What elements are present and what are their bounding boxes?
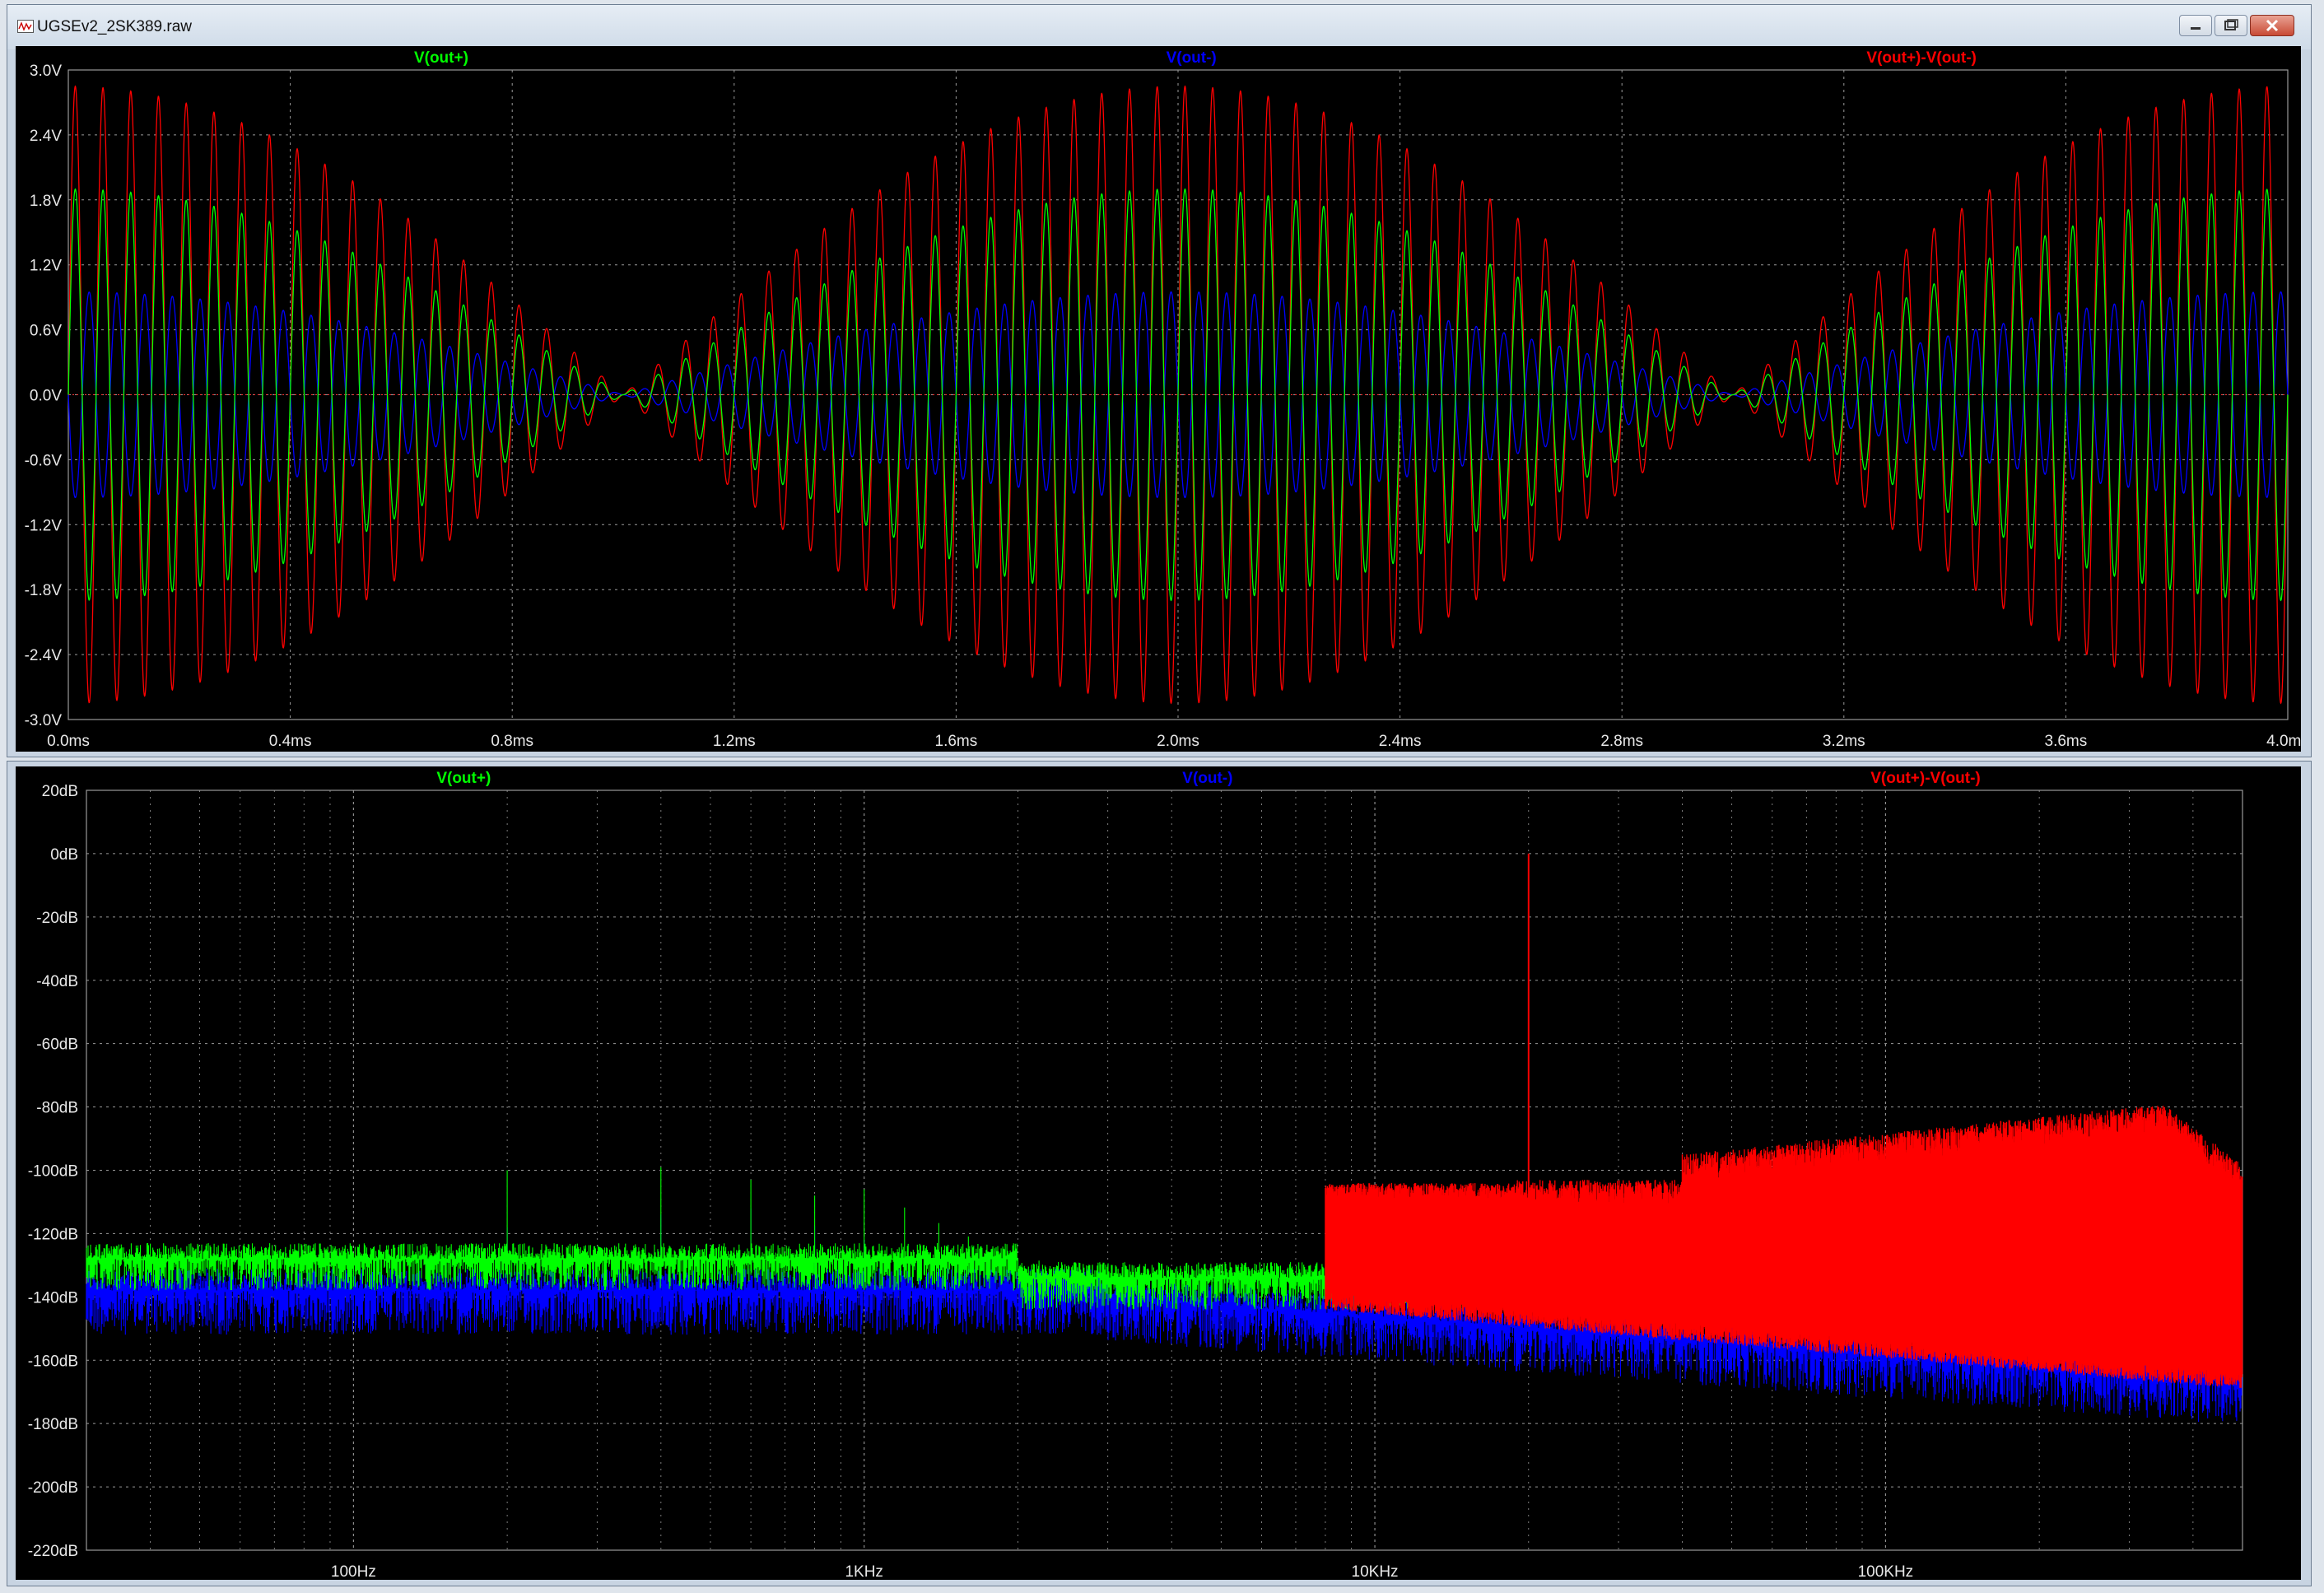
x-tick-label: 2.8ms [1600,733,1643,750]
trace-label: V(out-) [1167,49,1217,67]
trace-label: V(out-) [1182,770,1232,787]
time-domain-chart[interactable]: 0.0ms 0.4ms 0.8ms 1.2ms 1.6ms 2.0ms 2.4ms 2.8ms… [16,46,2309,752]
window-title: UGSEv2_2SK389.raw [37,18,192,35]
y-tick-label: -20dB [36,910,78,927]
x-tick-label: 1.2ms [713,733,756,750]
y-tick-label: 1.2V [30,258,62,275]
x-tick-label: 4.0ms [2266,733,2301,750]
y-tick-label: 0dB [50,846,78,864]
minimize-button[interactable] [2179,15,2212,36]
restore-icon [2224,19,2238,30]
close-button[interactable] [2250,15,2294,36]
x-tick-label: 0.8ms [491,733,533,750]
x-tick-label: 0.0ms [47,733,90,750]
trace-label: V(out+) [436,770,491,787]
maximize-button[interactable] [2215,15,2247,36]
x-tick-label: 2.0ms [1157,733,1199,750]
x-tick-label: 100Hz [331,1563,376,1580]
y-tick-label: -120dB [28,1226,78,1243]
time-domain-plot[interactable]: 0.0ms 0.4ms 0.8ms 1.2ms 1.6ms 2.0ms 2.4ms 2.8ms… [16,46,2309,752]
close-icon [2266,19,2279,32]
x-tick-label: 3.6ms [2045,733,2088,750]
fft-plot[interactable]: 100Hz 1KHz 10KHz 100KHz 20dB 0dB -20dB -40dB -60… [16,766,2301,1581]
y-tick-label: 1.8V [30,193,62,210]
y-tick-label: -1.2V [25,517,63,534]
x-tick-label: 0.4ms [269,733,312,750]
y-tick-label: 3.0V [30,63,62,80]
waveform-app-icon [17,20,34,33]
y-tick-label: 20dB [42,783,78,800]
x-tick-label: 1.6ms [935,733,978,750]
y-tick-label: -0.6V [25,452,63,469]
x-tick-label: 2.4ms [1379,733,1422,750]
x-tick-label: 100KHz [1858,1563,1914,1580]
y-tick-label: -60dB [36,1036,78,1054]
spectrum-band [1325,1106,2243,1388]
waveform-window: UGSEv2_2SK389.raw 0.0ms 0.4ms 0.8ms 1.2ms 1.… [7,4,2312,757]
y-tick-label: -1.8V [25,582,63,599]
trace-label: V(out+) [414,49,468,67]
y-tick-label: -220dB [28,1543,78,1560]
x-tick-label: 3.2ms [1823,733,1865,750]
fft-chart[interactable]: 100Hz 1KHz 10KHz 100KHz 20dB 0dB -20dB -40dB -60… [16,766,2301,1581]
y-tick-label: -200dB [28,1479,78,1497]
x-tick-label: 1KHz [845,1563,883,1580]
title-bar[interactable]: UGSEv2_2SK389.raw [7,5,2311,49]
trace-label: V(out+)-V(out-) [1870,770,1980,787]
y-tick-label: -160dB [28,1353,78,1370]
y-tick-label: -3.0V [25,712,63,729]
y-tick-label: -100dB [28,1163,78,1181]
y-tick-label: -180dB [28,1416,78,1433]
y-tick-label: -140dB [28,1289,78,1307]
minimize-icon [2191,27,2201,30]
y-tick-label: -40dB [36,973,78,990]
trace-label: V(out+)-V(out-) [1866,49,1976,67]
fft-window: 100Hz 1KHz 10KHz 100KHz 20dB 0dB -20dB -40dB -60… [7,761,2312,1586]
y-tick-label: -2.4V [25,647,63,664]
y-tick-label: 0.0V [30,388,62,405]
x-tick-label: 10KHz [1352,1563,1399,1580]
y-tick-label: 0.6V [30,323,62,340]
y-tick-label: -80dB [36,1100,78,1117]
y-tick-label: 2.4V [30,128,62,145]
